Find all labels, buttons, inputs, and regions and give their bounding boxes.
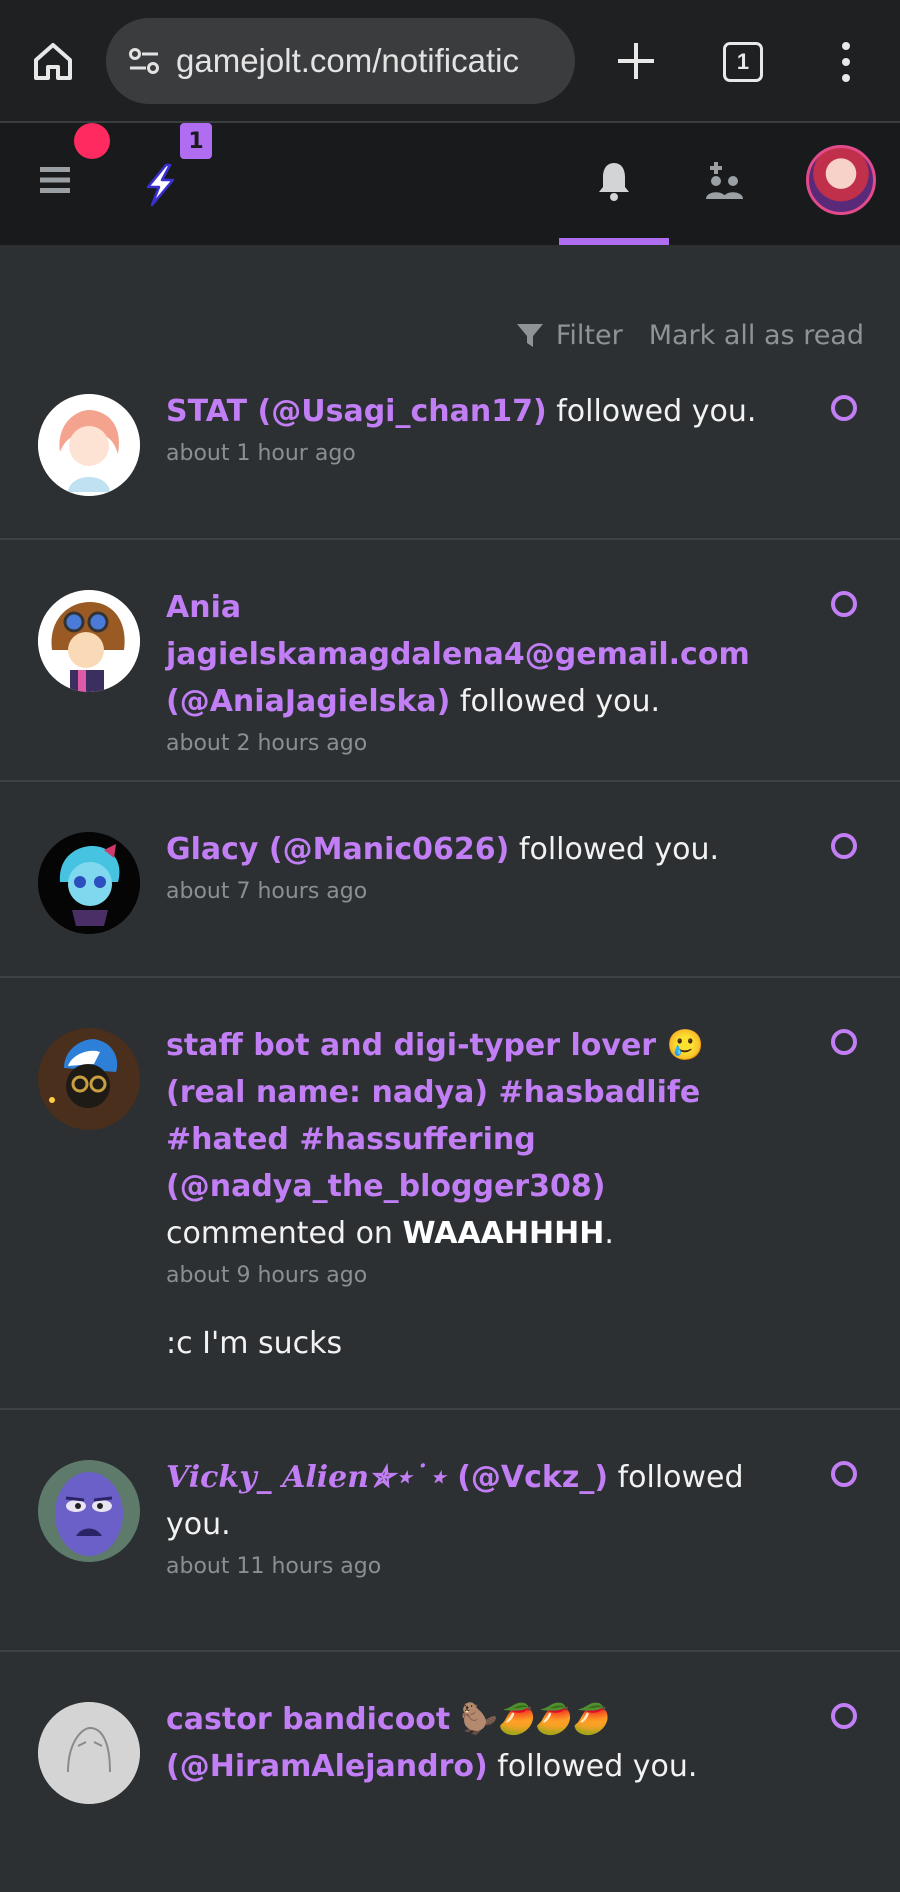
filter-button[interactable]: Filter <box>516 320 623 351</box>
friends-icon[interactable] <box>700 159 746 205</box>
browser-toolbar: gamejolt.com/notificatic 1 <box>0 0 900 123</box>
notification-item[interactable]: STAT (@Usagi_chan17) followed you. about… <box>0 378 900 540</box>
site-settings-icon[interactable] <box>126 43 162 79</box>
unread-indicator[interactable] <box>831 833 857 859</box>
user-display-name[interactable]: Vicky_ Alien✯⋆˙⋆ <box>166 1460 447 1495</box>
mark-all-read-button[interactable]: Mark all as read <box>649 320 864 351</box>
notification-item[interactable]: Vicky_ Alien✯⋆˙⋆ (@Vckz_) followed you. … <box>0 1410 900 1652</box>
more-options-icon[interactable] <box>834 40 858 84</box>
timestamp: about 7 hours ago <box>166 879 368 904</box>
filter-label: Filter <box>555 319 623 351</box>
notification-item[interactable]: Ania jagielskamagdalena4@gemail.com (@An… <box>0 540 900 782</box>
avatar[interactable] <box>38 590 140 692</box>
avatar[interactable] <box>38 832 140 934</box>
notification-item[interactable]: Glacy (@Manic0626) followed you. about 7… <box>0 782 900 978</box>
action-text: followed you. <box>509 832 720 867</box>
unread-indicator[interactable] <box>831 591 857 617</box>
notification-item[interactable]: staff bot and digi-typer lover 🥲 (real n… <box>0 978 900 1410</box>
active-tab-indicator <box>559 238 669 245</box>
user-link[interactable]: STAT (@Usagi_chan17) <box>166 394 547 429</box>
tab-switcher-button[interactable]: 1 <box>723 42 763 82</box>
new-tab-icon[interactable] <box>613 38 659 84</box>
action-text-end: . <box>604 1216 614 1251</box>
user-link[interactable]: (@Vckz_) <box>447 1460 608 1495</box>
bell-icon[interactable] <box>594 159 634 203</box>
timestamp: about 9 hours ago <box>166 1263 368 1288</box>
action-text: followed you. <box>546 394 757 429</box>
address-bar[interactable]: gamejolt.com/notificatic <box>106 18 575 104</box>
lightning-bolt-icon[interactable] <box>140 163 180 207</box>
avatar[interactable] <box>38 1460 140 1562</box>
post-link[interactable]: WAAAHHHH <box>402 1216 604 1251</box>
user-link[interactable]: Glacy (@Manic0626) <box>166 832 509 867</box>
action-text: followed you. <box>487 1749 698 1784</box>
home-icon[interactable] <box>30 38 76 84</box>
filter-icon <box>516 324 543 347</box>
unread-indicator[interactable] <box>831 1029 857 1055</box>
timestamp: about 11 hours ago <box>166 1554 382 1579</box>
unread-indicator[interactable] <box>831 395 857 421</box>
hamburger-menu-icon[interactable] <box>38 163 72 197</box>
timestamp: about 1 hour ago <box>166 441 356 466</box>
avatar[interactable] <box>38 1028 140 1130</box>
user-link[interactable]: staff bot and digi-typer lover 🥲 (real n… <box>166 1028 704 1204</box>
notifications-toolbar: Filter Mark all as read <box>516 314 864 356</box>
timestamp: about 2 hours ago <box>166 731 368 756</box>
notification-item[interactable]: castor bandicoot 🦫🥭🥭🥭 (@HiramAlejandro) … <box>0 1652 900 1892</box>
avatar[interactable] <box>38 1702 140 1804</box>
unread-indicator[interactable] <box>831 1703 857 1729</box>
user-avatar[interactable] <box>806 145 876 215</box>
notification-dot <box>74 123 110 159</box>
url-text[interactable]: gamejolt.com/notificatic <box>176 42 519 80</box>
action-text: followed you. <box>450 684 661 719</box>
action-text: commented on <box>166 1216 403 1251</box>
quest-badge: 1 <box>180 123 212 159</box>
app-header: 1 <box>0 123 900 245</box>
avatar[interactable] <box>38 394 140 496</box>
unread-indicator[interactable] <box>831 1461 857 1487</box>
comment-preview: :c I'm sucks <box>166 1326 343 1361</box>
